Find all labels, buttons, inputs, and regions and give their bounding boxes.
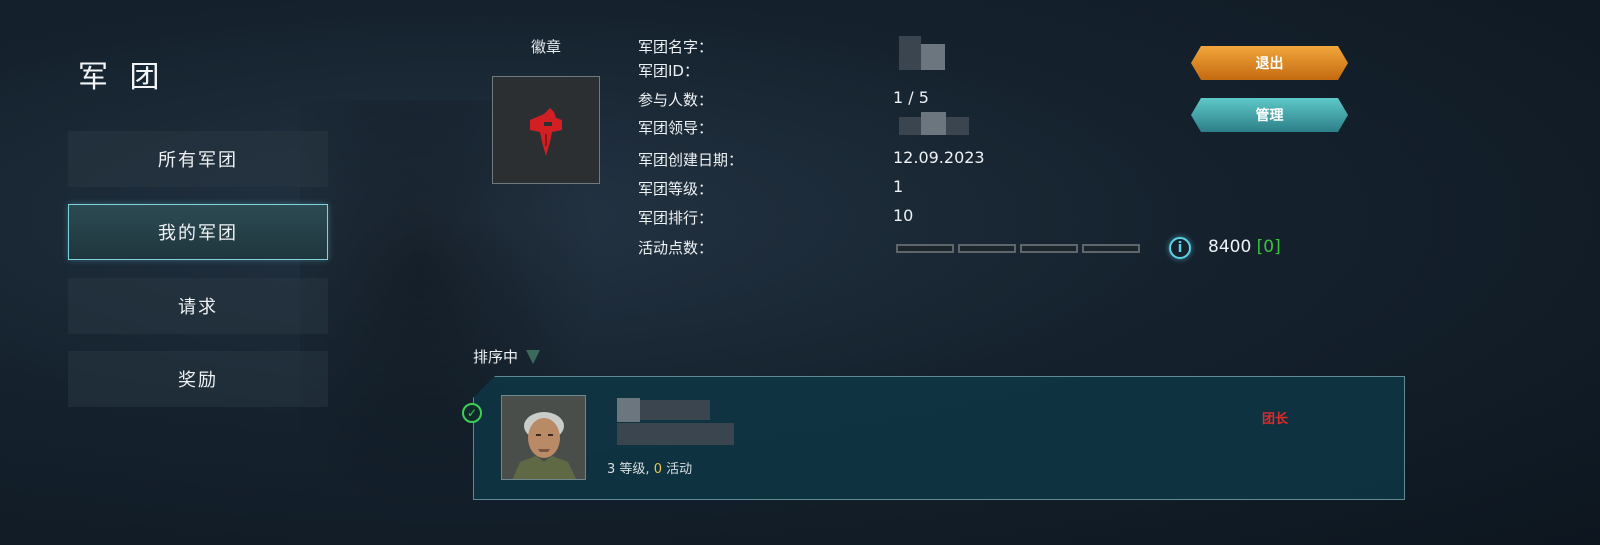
redacted-name [899,36,921,52]
check-icon: ✓ [462,403,482,423]
members-label: 参与人数： [638,91,714,109]
member-level-suffix: 等级, [619,462,650,477]
redacted-member-sub [617,423,734,445]
nav-requests-button[interactable]: 请求 [68,278,328,334]
manage-legion-button[interactable]: 管理 [1191,98,1348,132]
sort-label: 排序中 [473,348,519,366]
redacted-id [899,52,921,70]
sort-control[interactable]: 排序中 [473,346,541,367]
avatar[interactable] [501,395,586,480]
redacted-leader-block [921,112,946,135]
member-stats: 3 等级, 0 活动 [607,458,692,477]
redacted-member-name-tail [640,400,710,420]
activity-points-total: 8400 [0] [1208,237,1281,257]
activity-progress-segment-1 [896,244,954,253]
emblem-frame[interactable] [492,76,600,184]
member-level-value: 3 [607,462,616,477]
legion-rank-label: 军团排行： [638,209,714,227]
activity-points-extra: [0] [1256,237,1281,257]
emblem-label: 徽章 [531,38,562,56]
nav-rewards-button[interactable]: 奖励 [68,351,328,407]
activity-progress-segment-2 [958,244,1016,253]
leader-label: 军团领导： [638,119,714,137]
member-activity-value: 0 [653,462,662,477]
activity-progress-segment-3 [1020,244,1078,253]
member-card[interactable] [473,376,1405,500]
legion-id-label: 军团ID： [638,62,699,80]
nav-all-legions-button[interactable]: 所有军团 [68,131,328,187]
legion-name-label: 军团名字： [638,38,714,56]
info-icon[interactable]: i [1169,237,1191,259]
red-fist-dagger-icon [530,108,562,156]
created-date-label: 军团创建日期： [638,151,744,169]
created-date-value: 12.09.2023 [893,148,985,167]
member-role-badge: 团长 [1262,412,1289,427]
activity-progress-segment-4 [1082,244,1140,253]
sort-down-triangle-icon[interactable] [526,349,541,364]
redacted-leader-tail [946,117,969,135]
legion-level-label: 军团等级： [638,180,714,198]
page-title: 军 团 [78,60,166,95]
redacted-name-block [921,44,945,70]
legion-level-value: 1 [893,177,904,196]
members-value: 1 / 5 [893,88,929,107]
legion-rank-value: 10 [893,206,914,225]
redacted-leader [899,117,921,135]
exit-legion-button[interactable]: 退出 [1191,46,1348,80]
activity-points-label: 活动点数： [638,239,714,257]
activity-points-value: 8400 [1208,237,1252,257]
member-activity-suffix: 活动 [666,462,693,477]
redacted-member-name [617,398,640,422]
nav-my-legion-button[interactable]: 我的军团 [68,204,328,260]
soldier-portrait-icon [502,396,585,479]
